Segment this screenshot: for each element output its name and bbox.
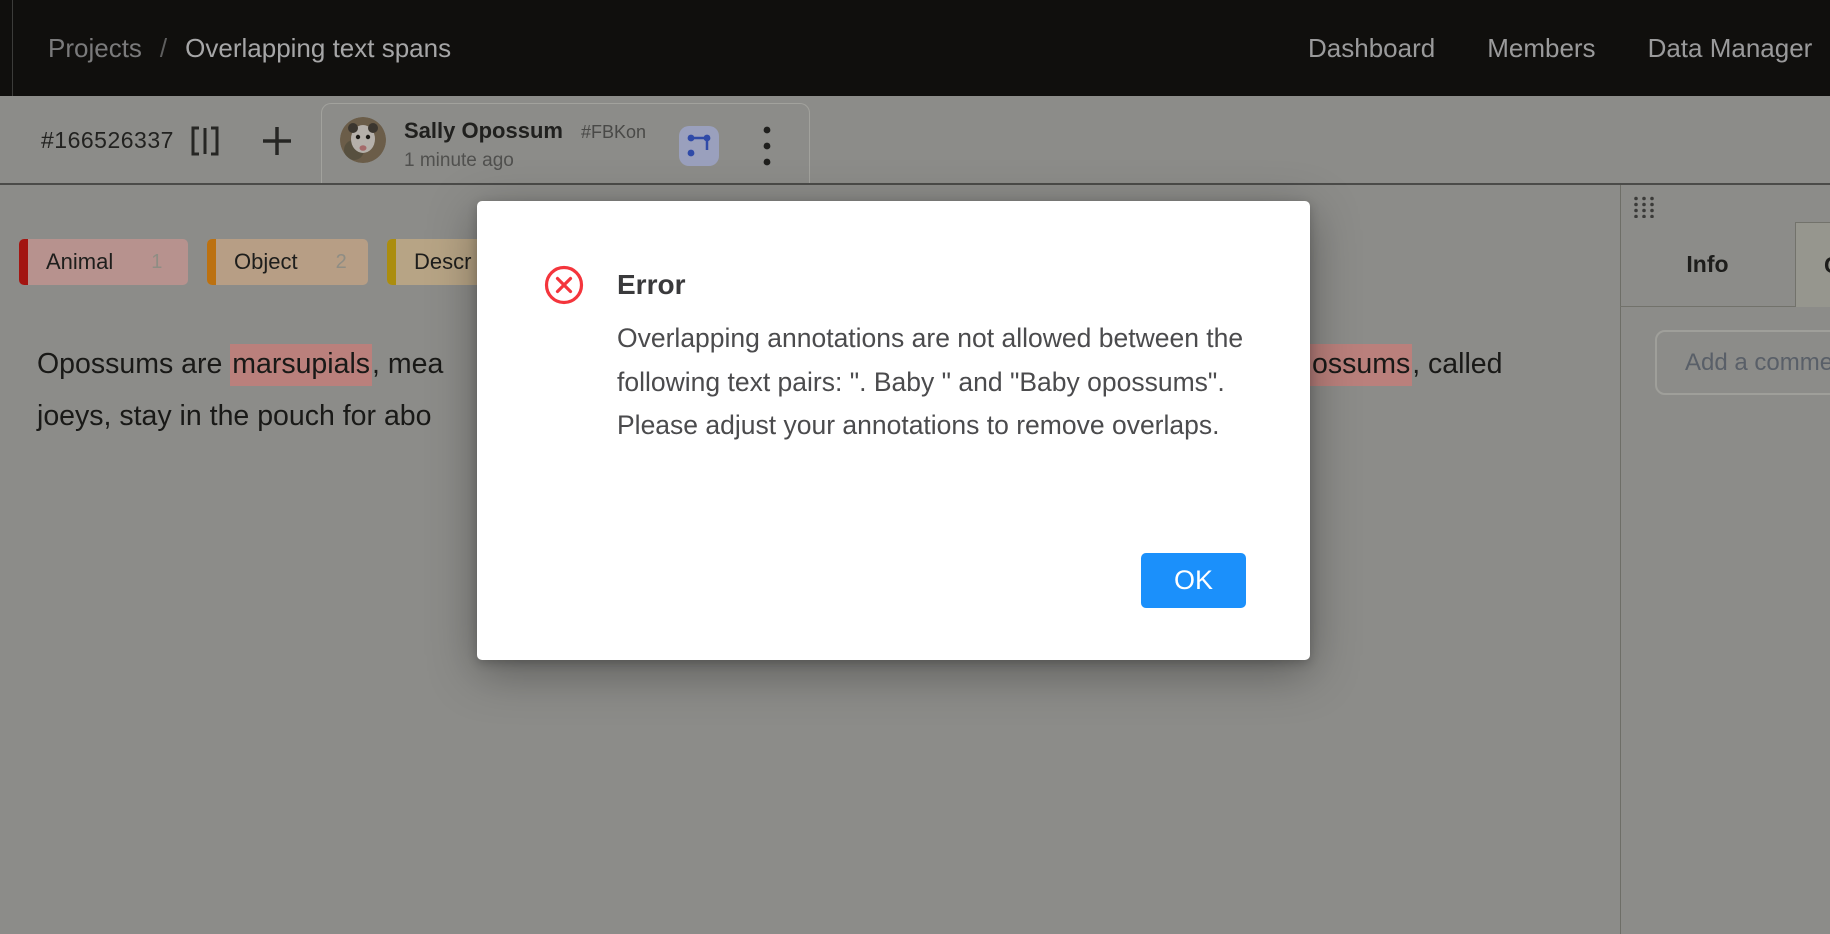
label-animal-color-bar bbox=[19, 239, 28, 285]
nav-data-manager-link[interactable]: Data Manager bbox=[1648, 33, 1813, 64]
text-span-marsupials[interactable]: marsupials bbox=[230, 344, 372, 386]
regions-icon[interactable] bbox=[679, 126, 719, 166]
toolbar-separator bbox=[0, 183, 1830, 185]
tabbar-underline bbox=[1620, 306, 1795, 307]
tab-comments[interactable]: Comments bbox=[1795, 222, 1830, 307]
navbar-left-edge-divider bbox=[12, 0, 13, 96]
document-text-line1[interactable]: Opossums are marsupials, mea bbox=[37, 338, 443, 390]
error-modal-title: Error bbox=[617, 269, 685, 301]
annotator-info: Sally Opossum #FBKon bbox=[404, 118, 646, 144]
label-object-hotkey: 2 bbox=[336, 251, 347, 274]
labels-row: Animal 1 Object 2 Descr bbox=[19, 239, 537, 285]
label-object-color-bar bbox=[207, 239, 216, 285]
annotation-tab-card[interactable]: Sally Opossum #FBKon 1 minute ago bbox=[321, 103, 810, 185]
label-animal-name: Animal bbox=[46, 249, 113, 275]
label-object-name: Object bbox=[234, 249, 298, 275]
annotator-name: Sally Opossum bbox=[404, 118, 563, 144]
text-fragment: Opossums are bbox=[37, 348, 230, 380]
label-animal[interactable]: Animal 1 bbox=[19, 239, 188, 285]
breadcrumb-project-title: Overlapping text spans bbox=[185, 33, 451, 64]
comment-input[interactable] bbox=[1655, 330, 1830, 395]
annotation-id-tag: #FBKon bbox=[581, 122, 646, 143]
label-animal-hotkey: 1 bbox=[151, 251, 162, 274]
annotation-toolbar: #166526337 Sally Opo bbox=[0, 96, 1830, 185]
label-description-color-bar bbox=[387, 239, 396, 285]
text-fragment: joeys, stay in the pouch for abo bbox=[37, 400, 432, 432]
ok-button[interactable]: OK bbox=[1141, 553, 1246, 608]
avatar bbox=[340, 117, 386, 163]
breadcrumb: Projects / Overlapping text spans bbox=[48, 0, 451, 96]
label-object[interactable]: Object 2 bbox=[207, 239, 368, 285]
error-modal: Error Overlapping annotations are not al… bbox=[477, 201, 1310, 660]
annotation-timestamp: 1 minute ago bbox=[404, 150, 514, 172]
error-modal-message: Overlapping annotations are not allowed … bbox=[617, 317, 1249, 448]
document-text-line1-right[interactable]: ossums, called bbox=[1310, 338, 1503, 390]
tab-info[interactable]: Info bbox=[1620, 222, 1795, 306]
task-id: #166526337 bbox=[41, 96, 174, 185]
add-annotation-icon[interactable] bbox=[260, 96, 294, 185]
text-fragment: , called bbox=[1412, 348, 1502, 380]
text-fragment: , mea bbox=[372, 348, 443, 380]
nav-dashboard-link[interactable]: Dashboard bbox=[1308, 33, 1435, 64]
error-icon bbox=[544, 265, 584, 305]
panel-drag-handle-icon[interactable] bbox=[1633, 196, 1655, 223]
text-span-opossums[interactable]: ossums bbox=[1310, 344, 1412, 386]
more-options-icon[interactable] bbox=[747, 126, 787, 166]
annotations-panel-icon[interactable] bbox=[188, 96, 222, 185]
breadcrumb-separator: / bbox=[160, 33, 167, 64]
label-description-name: Descr bbox=[414, 249, 471, 275]
nav-members-link[interactable]: Members bbox=[1487, 33, 1595, 64]
breadcrumb-projects-link[interactable]: Projects bbox=[48, 33, 142, 64]
top-navbar: Projects / Overlapping text spans Dashbo… bbox=[0, 0, 1830, 96]
navbar-links: Dashboard Members Data Manager bbox=[1308, 0, 1812, 96]
document-text-line2[interactable]: joeys, stay in the pouch for abo bbox=[37, 390, 432, 442]
